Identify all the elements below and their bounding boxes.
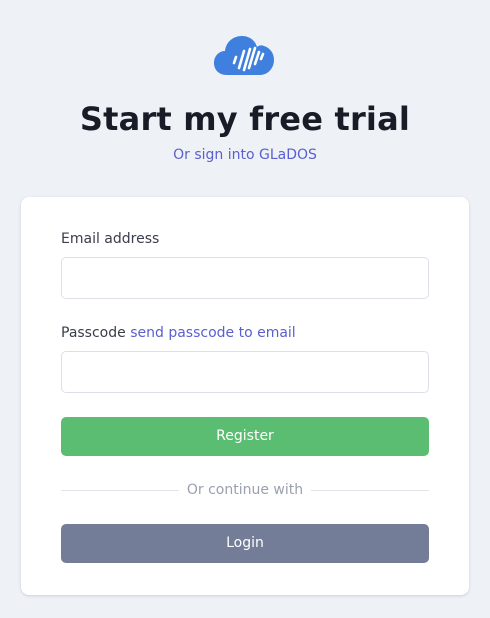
divider-line-right	[311, 490, 429, 491]
divider: Or continue with	[61, 480, 429, 500]
send-passcode-link[interactable]: send passcode to email	[130, 325, 296, 341]
email-field[interactable]	[61, 257, 429, 299]
cloud-logo-icon	[214, 36, 274, 75]
passcode-label: Passcode	[61, 325, 126, 341]
subtitle: Or sign into GLaDOS	[0, 145, 490, 165]
page-title: Start my free trial	[79, 100, 411, 138]
passcode-field[interactable]	[61, 351, 429, 393]
register-button[interactable]: Register	[61, 417, 429, 456]
subtitle-prefix: Or	[173, 147, 190, 163]
signup-card: Email address Passcode send passcode to …	[21, 197, 469, 595]
login-button[interactable]: Login	[61, 524, 429, 563]
sign-in-link[interactable]: sign into GLaDOS	[194, 147, 317, 163]
passcode-label-row: Passcode send passcode to email	[61, 323, 296, 343]
email-label: Email address	[61, 231, 160, 247]
